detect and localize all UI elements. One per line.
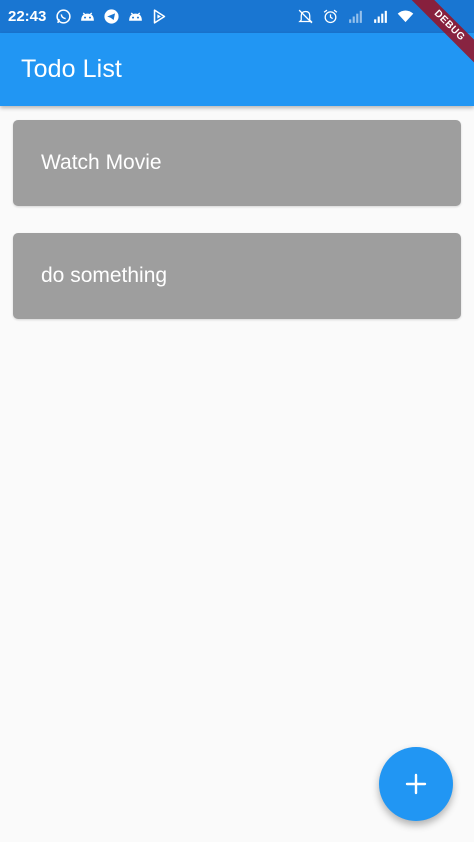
page-title: Todo List (21, 55, 122, 83)
status-bar-right (297, 0, 414, 33)
android-icon (81, 12, 95, 21)
signal-icon (349, 10, 362, 23)
add-todo-button[interactable] (379, 747, 453, 821)
todo-item[interactable]: do something (13, 233, 461, 319)
status-bar: 22:43 (0, 0, 474, 33)
whatsapp-icon (56, 9, 72, 24)
todo-list: Watch Movie do something (13, 120, 461, 346)
app-bar: Todo List (0, 33, 474, 106)
todo-item-label: Watch Movie (41, 151, 162, 174)
signal-icon (374, 10, 387, 23)
alarm-icon (323, 9, 338, 24)
telegram-icon (104, 9, 119, 24)
android-icon (129, 12, 143, 21)
wifi-icon (397, 10, 414, 23)
status-bar-left: 22:43 (8, 8, 168, 25)
notifications-off-icon (298, 9, 313, 24)
play-store-icon (154, 9, 166, 24)
todo-item[interactable]: Watch Movie (13, 120, 461, 206)
add-icon (405, 773, 427, 795)
todo-item-label: do something (41, 264, 168, 287)
status-time: 22:43 (8, 8, 47, 25)
